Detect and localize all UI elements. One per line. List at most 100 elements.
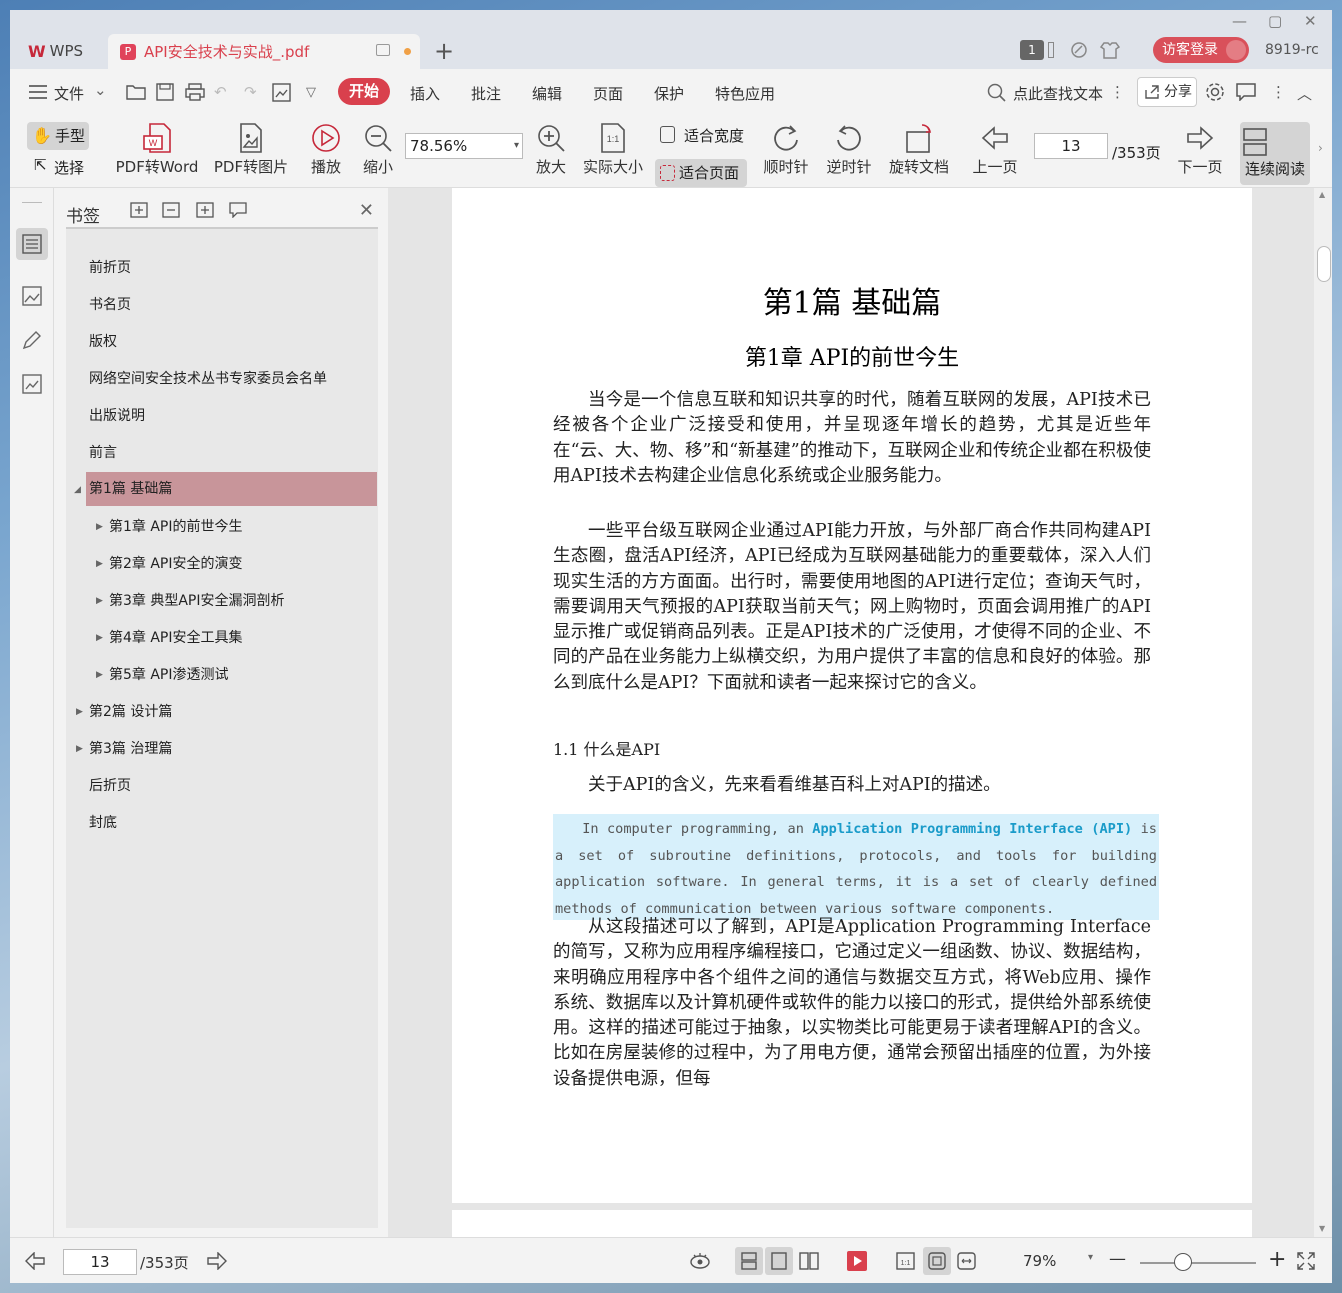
image-export-icon[interactable] — [20, 372, 44, 396]
message-icon[interactable] — [1236, 83, 1256, 101]
undo-icon[interactable]: ↶ — [214, 83, 227, 101]
rotate-document-button[interactable]: 旋转文档 — [886, 122, 952, 177]
scroll-down-arrow-icon[interactable]: ▼ — [1319, 1224, 1325, 1233]
close-window-button[interactable]: ✕ — [1304, 12, 1317, 30]
collapsed-caret-icon[interactable]: ▶ — [96, 596, 103, 606]
collapsed-caret-icon[interactable]: ▶ — [96, 633, 103, 643]
document-viewport[interactable]: 第1篇 基础篇 第1章 API的前世今生 当今是一个信息互联和知识共享的时代，随… — [388, 188, 1332, 1237]
settings-gear-icon[interactable] — [1205, 82, 1225, 102]
collapse-ribbon-icon[interactable]: ︿ — [1297, 83, 1312, 104]
bookmark-item[interactable]: 后折页 — [89, 769, 131, 803]
bookmark-item[interactable]: 出版说明 — [89, 399, 145, 433]
zoom-in-status-button[interactable]: + — [1268, 1247, 1286, 1272]
collapsed-caret-icon[interactable]: ▶ — [96, 670, 103, 680]
next-page-arrow-icon[interactable] — [206, 1252, 228, 1270]
save-icon[interactable] — [156, 83, 174, 101]
single-page-view-button[interactable] — [735, 1247, 763, 1275]
tab-insert[interactable]: 插入 — [410, 83, 440, 104]
next-page-button[interactable]: 下一页 — [1174, 122, 1226, 177]
bookmark-item[interactable]: 版权 — [89, 325, 117, 359]
close-bookmark-panel-icon[interactable]: ✕ — [359, 200, 374, 221]
tab-annotate[interactable]: 批注 — [471, 83, 501, 104]
scroll-up-arrow-icon[interactable]: ▲ — [1319, 190, 1325, 199]
fit-page-status-button[interactable] — [923, 1247, 951, 1275]
fit-width-status-icon[interactable] — [957, 1252, 977, 1270]
bookmark-item[interactable]: 第2章 API安全的演变 — [109, 547, 243, 581]
redo-icon[interactable]: ↷ — [244, 83, 257, 101]
select-tool-button[interactable]: ⇱ 选择 — [34, 156, 84, 178]
previous-page-button[interactable]: 上一页 — [969, 122, 1021, 177]
expand-all-icon[interactable] — [130, 202, 148, 218]
collapsed-caret-icon[interactable]: ▶ — [76, 744, 83, 754]
rotate-clockwise-button[interactable]: 顺时针 — [761, 122, 811, 177]
window-count-badge[interactable]: 1 — [1020, 40, 1044, 60]
bookmark-item[interactable]: 网络空间安全技术丛书专家委员会名单 — [89, 362, 327, 396]
minimize-button[interactable]: — — [1232, 12, 1247, 30]
prev-page-arrow-icon[interactable] — [24, 1252, 46, 1270]
hand-tool-button[interactable]: ✋ 手型 — [27, 122, 89, 150]
rotate-counterclockwise-button[interactable]: 逆时针 — [824, 122, 874, 177]
tab-window-icon[interactable] — [376, 44, 390, 56]
expanded-caret-icon[interactable]: ◢ — [74, 485, 81, 495]
actual-size-button[interactable]: 1:1 实际大小 — [581, 122, 645, 177]
zoom-level-select[interactable]: 78.56% ▾ — [405, 133, 523, 159]
zoom-out-button[interactable]: 缩小 — [360, 122, 396, 177]
document-tab[interactable]: P API安全技术与实战_.pdf — [108, 34, 420, 69]
scrollbar-thumb[interactable] — [1317, 246, 1331, 282]
search-icon[interactable] — [987, 83, 1007, 103]
zoom-dropdown-icon[interactable]: ▾ — [1088, 1252, 1093, 1263]
bookmark-item[interactable]: 前言 — [89, 436, 117, 470]
eye-protection-icon[interactable] — [689, 1252, 711, 1270]
maximize-button[interactable]: ▢ — [1268, 12, 1282, 30]
print-icon[interactable] — [185, 83, 205, 101]
bookmark-options-icon[interactable] — [229, 202, 247, 218]
page-view-button[interactable] — [765, 1247, 793, 1275]
pdf-to-image-button[interactable]: PDF转图片 — [212, 122, 290, 177]
shirt-icon[interactable] — [1100, 41, 1120, 59]
more-options-icon[interactable]: ⋮ — [1271, 83, 1286, 101]
bookmark-item[interactable]: 第1章 API的前世今生 — [109, 510, 243, 544]
open-folder-icon[interactable] — [126, 83, 146, 100]
layout-icon[interactable] — [1048, 42, 1054, 58]
bookmark-item[interactable]: 前折页 — [89, 251, 131, 285]
zoom-slider-handle[interactable] — [1174, 1253, 1192, 1271]
tab-page[interactable]: 页面 — [593, 83, 623, 104]
play-presentation-icon[interactable] — [847, 1251, 867, 1271]
collapse-all-icon[interactable] — [162, 202, 180, 218]
pdf-to-word-button[interactable]: W PDF转Word — [113, 122, 201, 177]
tab-protect[interactable]: 保护 — [654, 83, 684, 104]
fullscreen-icon[interactable] — [1297, 1252, 1315, 1270]
more-dropdown-icon[interactable]: ▽ — [306, 85, 316, 100]
bookmark-item[interactable]: 第2篇 设计篇 — [89, 695, 172, 729]
guest-login-button[interactable]: 访客登录 — [1153, 37, 1249, 63]
find-text-button[interactable]: 点此查找文本 — [1013, 83, 1103, 104]
vertical-scrollbar[interactable]: ▲ ▼ — [1314, 188, 1332, 1237]
more-vertical-icon[interactable]: ⋮ — [1110, 83, 1125, 101]
continuous-reading-button[interactable]: 连续阅读 — [1240, 122, 1310, 185]
zoom-out-status-button[interactable]: — — [1109, 1249, 1126, 1269]
collapsed-caret-icon[interactable]: ▶ — [76, 707, 83, 717]
tab-special-apps[interactable]: 特色应用 — [715, 83, 775, 104]
actual-size-status-icon[interactable]: 1:1 — [896, 1252, 916, 1270]
thumbnail-image-icon[interactable] — [20, 284, 44, 308]
bookmark-panel-toggle[interactable] — [16, 228, 48, 260]
bookmark-item[interactable]: 书名页 — [89, 288, 131, 322]
chevron-down-icon[interactable]: ⌄ — [94, 81, 107, 99]
fit-width-button[interactable]: 适合宽度 — [660, 125, 744, 146]
export-image-icon[interactable] — [272, 83, 292, 102]
zoom-in-button[interactable]: 放大 — [533, 122, 569, 177]
wps-home-tab[interactable]: W WPS — [18, 35, 104, 67]
bookmark-item[interactable]: 第4章 API安全工具集 — [109, 621, 243, 655]
bookmark-item[interactable]: 第5章 API渗透测试 — [109, 658, 229, 692]
bookmark-item-selected[interactable]: 第1篇 基础篇 — [86, 472, 377, 506]
file-menu[interactable]: 文件 — [54, 83, 84, 104]
status-page-number-input[interactable]: 13 — [63, 1249, 137, 1275]
skin-icon[interactable] — [1070, 41, 1088, 59]
add-bookmark-icon[interactable] — [196, 202, 214, 218]
toolbar-scroll-right-icon[interactable]: › — [1318, 141, 1323, 155]
add-tab-button[interactable]: + — [434, 37, 454, 65]
share-button[interactable]: 分享 — [1137, 77, 1197, 107]
hamburger-icon[interactable] — [29, 85, 47, 99]
bookmark-item[interactable]: 第3章 典型API安全漏洞剖析 — [109, 584, 285, 618]
page-number-input[interactable]: 13 — [1034, 133, 1108, 159]
